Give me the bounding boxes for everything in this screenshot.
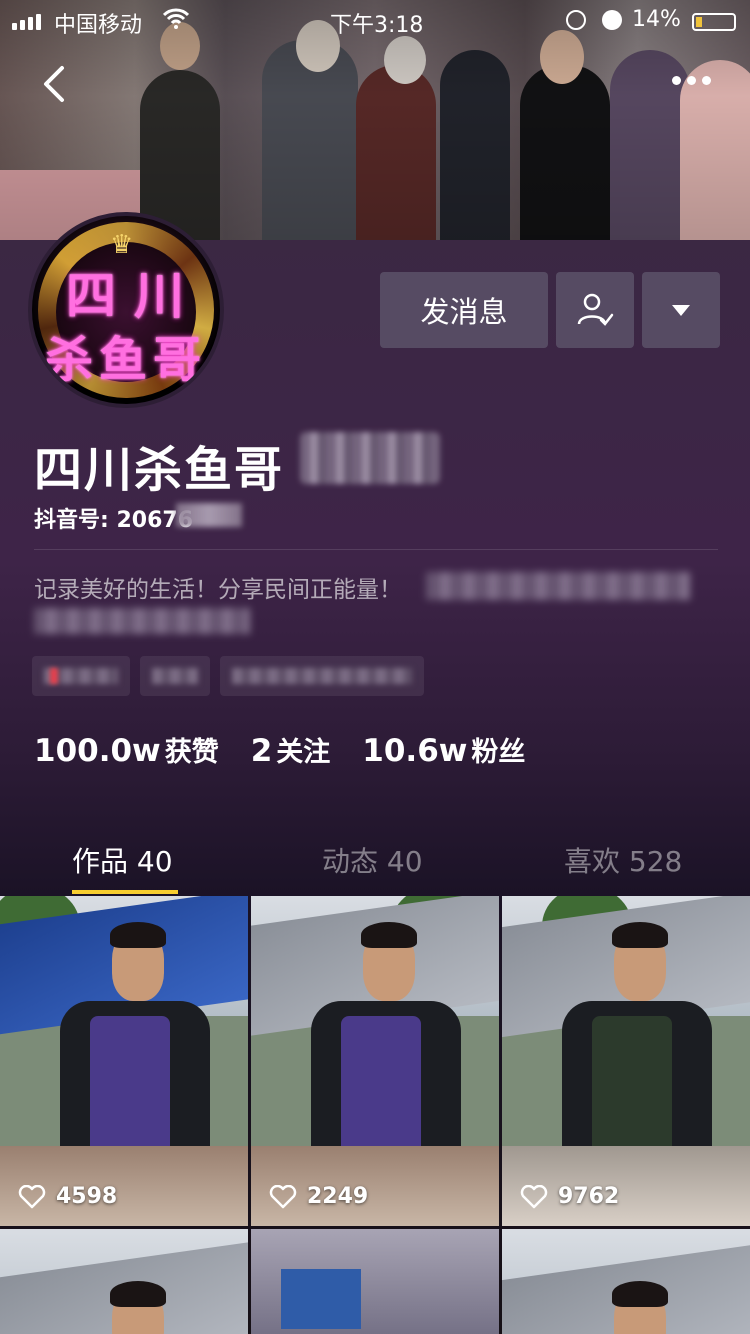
likes-stat[interactable]: 100.0w 获赞 — [34, 730, 219, 769]
rotation-lock-icon — [566, 10, 586, 30]
battery-icon — [692, 13, 736, 31]
following-stat[interactable]: 2 关注 — [251, 730, 331, 769]
video-likes-count: 4598 — [56, 1184, 118, 1209]
caret-down-icon — [672, 304, 690, 316]
redacted-uid — [176, 503, 242, 527]
redacted-bio — [426, 572, 690, 600]
more-options-icon[interactable] — [672, 76, 716, 90]
tab-likes[interactable]: 喜欢 528 — [564, 840, 682, 880]
tab-works[interactable]: 作品 40 — [72, 840, 173, 880]
followers-stat[interactable]: 10.6w 粉丝 — [362, 730, 525, 769]
likes-count: 100.0w — [34, 733, 161, 769]
profile-tag-chip — [32, 656, 130, 696]
redacted-bio-line2 — [34, 608, 250, 634]
tab-moments[interactable]: 动态 40 — [322, 840, 423, 880]
active-tab-indicator — [72, 890, 178, 894]
send-message-button[interactable]: 发消息 — [380, 272, 548, 348]
more-dropdown-button[interactable] — [642, 272, 720, 348]
redacted-name-tag — [300, 432, 440, 484]
following-label: 关注 — [276, 737, 331, 768]
wifi-icon — [163, 8, 189, 29]
video-likes: 4598 — [18, 1184, 117, 1209]
profile-uid: 抖音号: 20676 — [34, 508, 193, 533]
heart-icon — [18, 1184, 46, 1208]
profile-tag-chip — [140, 656, 210, 696]
followers-count: 10.6w — [362, 733, 468, 769]
carrier-name: 中国移动 — [54, 13, 143, 38]
status-time: 下午3:18 — [330, 13, 424, 38]
send-message-label: 发消息 — [420, 295, 508, 329]
video-thumbnail[interactable]: 2249 — [251, 896, 499, 1226]
video-likes: 2249 — [269, 1184, 368, 1209]
video-likes-count: 2249 — [307, 1184, 369, 1209]
avatar-text-line1: 四川 — [66, 266, 202, 325]
battery-percent: 14% — [632, 7, 681, 32]
profile-page: 中国移动 下午3:18 14% ♛ 四川 杀鱼哥 发消息 四川杀鱼哥 抖音号: … — [0, 0, 750, 1334]
video-likes-count: 9762 — [558, 1184, 620, 1209]
video-thumbnail[interactable] — [251, 1229, 499, 1334]
followed-status-button[interactable] — [556, 272, 634, 348]
video-thumbnail[interactable] — [502, 1229, 750, 1334]
video-likes: 9762 — [520, 1184, 619, 1209]
video-thumbnail[interactable] — [0, 1229, 248, 1334]
video-thumbnail[interactable]: 4598 — [0, 896, 248, 1226]
content-tabs: 作品 40 动态 40 喜欢 528 — [0, 820, 750, 896]
alarm-icon — [602, 10, 622, 30]
following-count: 2 — [250, 733, 273, 769]
followers-label: 粉丝 — [471, 737, 526, 768]
signal-icon — [12, 14, 41, 30]
status-bar: 中国移动 下午3:18 14% — [0, 0, 750, 40]
profile-name: 四川杀鱼哥 — [34, 442, 285, 498]
heart-icon — [520, 1184, 548, 1208]
divider — [34, 549, 718, 550]
heart-icon — [269, 1184, 297, 1208]
profile-bio: 记录美好的生活！分享民间正能量！ — [34, 577, 402, 603]
back-arrow-icon[interactable] — [36, 62, 76, 106]
profile-stats: 100.0w 获赞 2 关注 10.6w 粉丝 — [34, 730, 525, 769]
likes-label: 获赞 — [164, 737, 219, 768]
user-check-icon — [577, 293, 614, 326]
video-thumbnail[interactable]: 9762 — [502, 896, 750, 1226]
avatar[interactable]: ♛ 四川 杀鱼哥 — [28, 212, 224, 408]
avatar-text-line2: 杀鱼哥 — [44, 332, 207, 388]
profile-tag-chip — [220, 656, 424, 696]
